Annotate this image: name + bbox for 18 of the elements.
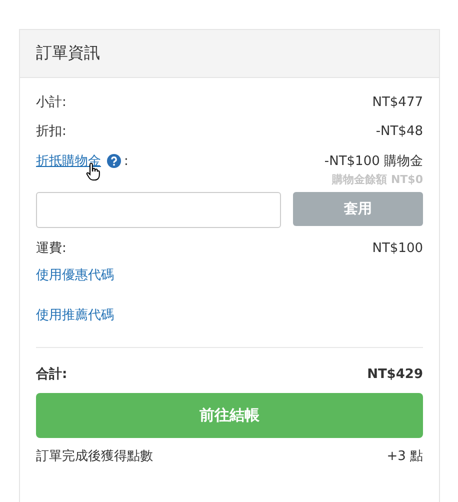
colon: : [124, 154, 128, 168]
discount-label: 折扣: [36, 123, 66, 141]
points-value: +3 點 [386, 448, 423, 466]
code-link[interactable]: 使用推薦代碼 [36, 303, 114, 343]
total-value: NT$429 [367, 366, 423, 384]
subtotal-value: NT$477 [372, 94, 423, 112]
credit-value: -NT$100 購物金 [324, 153, 423, 170]
code-link[interactable]: 使用優惠代碼 [36, 263, 114, 303]
discount-value: -NT$48 [376, 123, 423, 141]
shipping-label: 運費: [36, 240, 66, 258]
shipping-value: NT$100 [372, 240, 423, 258]
total-label: 合計: [36, 366, 68, 384]
points-label: 訂單完成後獲得點數 [36, 448, 153, 466]
help-icon[interactable] [107, 154, 121, 168]
panel-title: 訂單資訊 [36, 43, 100, 64]
credit-balance: 購物金餘額 NT$0 [332, 172, 423, 187]
credit-input-field[interactable] [36, 192, 281, 228]
subtotal-label: 小計: [36, 94, 66, 112]
